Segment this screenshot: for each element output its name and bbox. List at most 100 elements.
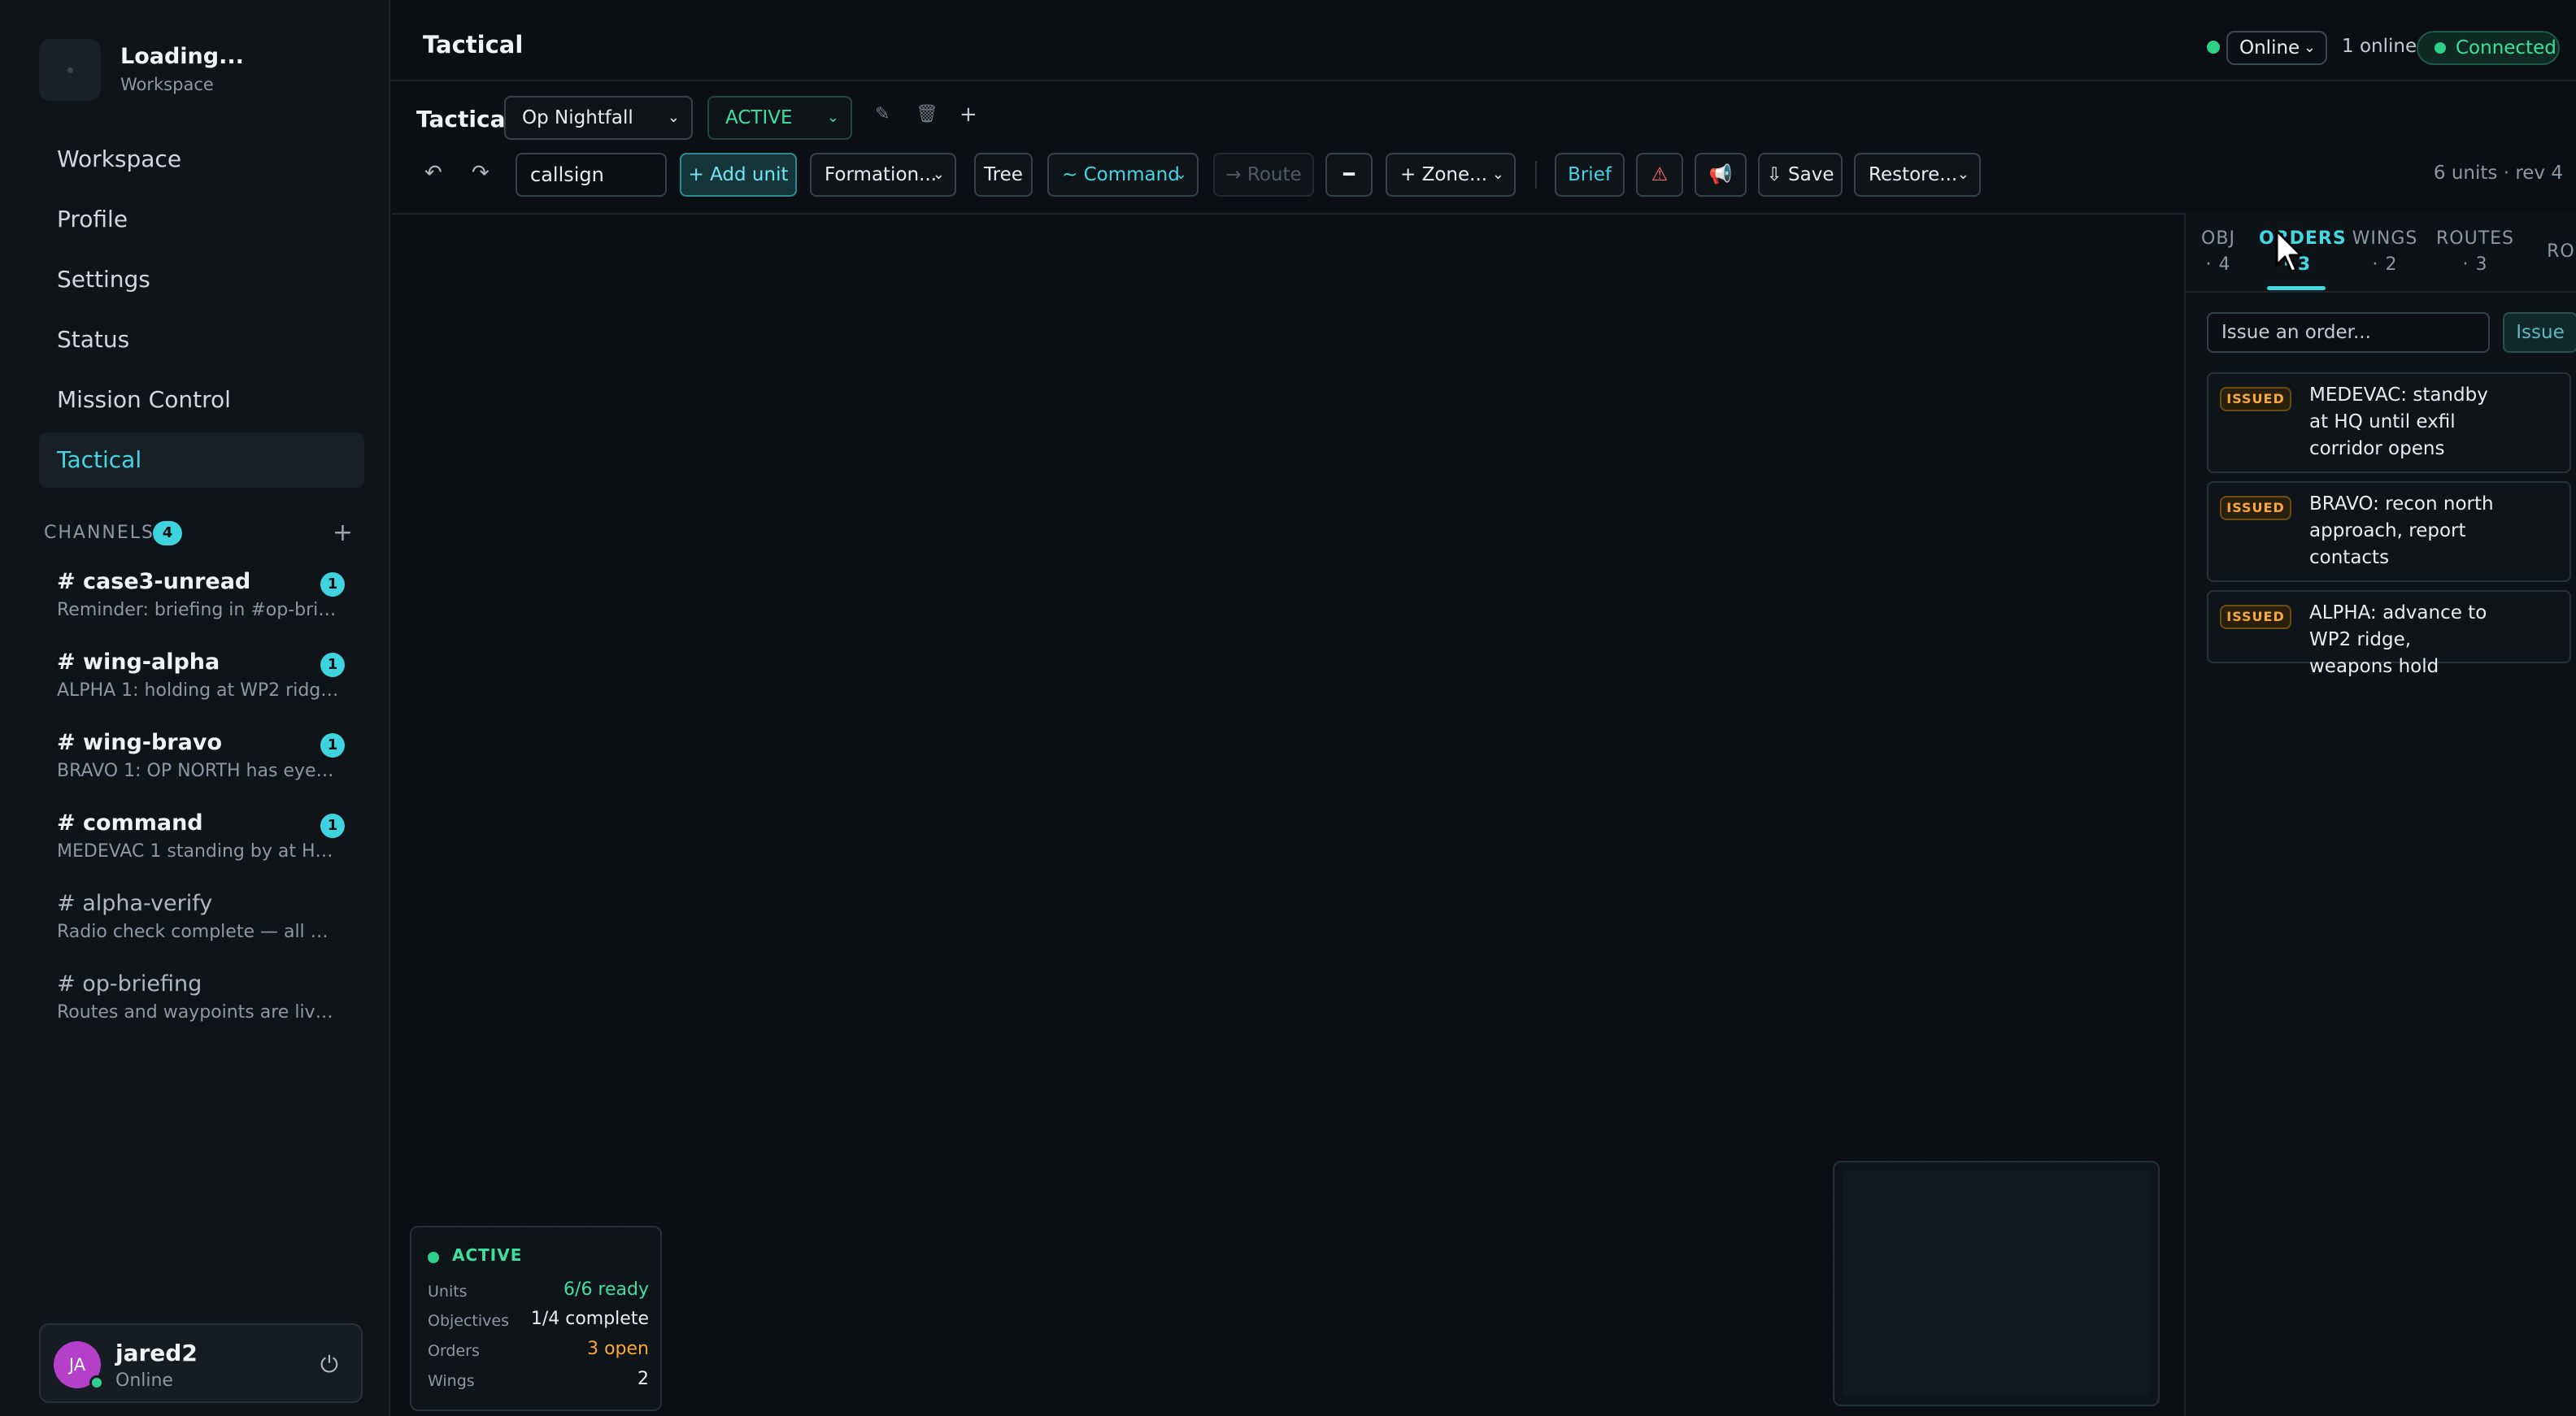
channel-item-wing-alpha[interactable]: # wing-alpha ALPHA 1: holding at WP2 rid…	[39, 641, 351, 722]
status-value: 6/6 ready	[564, 1279, 649, 1300]
minimap[interactable]	[1833, 1161, 2160, 1406]
add-unit-button[interactable]: + Add unit	[680, 153, 797, 197]
chevron-down-icon: ⌄	[1174, 166, 1187, 183]
user-name: jared2	[115, 1340, 198, 1366]
channel-item-wing-bravo[interactable]: # wing-bravo BRAVO 1: OP NORTH has eyes …	[39, 722, 351, 802]
tab-routes[interactable]: ROUTES · 3	[2433, 226, 2517, 278]
chevron-down-icon: ⌄	[667, 109, 680, 126]
connection-label: Connected	[2456, 37, 2556, 59]
operation-value: Op Nightfall	[522, 107, 633, 128]
channel-preview: ALPHA 1: holding at WP2 ridge, a...	[57, 680, 342, 701]
presence-select[interactable]: Online ⌄	[2226, 31, 2327, 65]
tab-wings[interactable]: WINGS · 2	[2348, 226, 2422, 278]
page-title: Tactical	[423, 31, 524, 59]
order-item[interactable]: ISSUED BRAVO: recon north approach, repo…	[2207, 481, 2571, 582]
workspace-title: Loading...	[120, 44, 244, 69]
top-bar: Tactical Online ⌄ 1 online Connected	[390, 0, 2576, 81]
status-card-title: ACTIVE	[452, 1245, 523, 1265]
nav-item-settings[interactable]: Settings	[39, 252, 364, 307]
line-tool-button[interactable]: ━	[1325, 153, 1373, 197]
chevron-down-icon: ⌄	[2303, 39, 2316, 56]
redo-icon[interactable]: ↷	[472, 161, 490, 185]
status-row-objectives: Objectives 1/4 complete	[428, 1309, 649, 1333]
delete-icon[interactable]: 🗑	[916, 104, 938, 124]
nav-item-tactical[interactable]: Tactical	[39, 432, 364, 488]
add-operation-button[interactable]: +	[959, 102, 977, 127]
minimap-viewport	[1843, 1171, 2150, 1396]
operation-status-card: ACTIVE Units 6/6 ready Objectives 1/4 co…	[410, 1226, 662, 1411]
broadcast-icon[interactable]: 📢	[1695, 153, 1747, 197]
sidebar: Loading... Workspace Workspace Profile S…	[0, 0, 390, 1416]
workspace-header[interactable]: Loading... Workspace	[39, 39, 364, 102]
zone-select[interactable]: + Zone... ⌄	[1386, 153, 1516, 197]
order-status-badge: ISSUED	[2220, 605, 2291, 629]
channel-preview: MEDEVAC 1 standing by at HQ. Exf...	[57, 841, 342, 862]
nav-item-workspace[interactable]: Workspace	[39, 132, 364, 187]
command-value: ~ Command	[1062, 164, 1180, 185]
callsign-input[interactable]	[516, 153, 667, 197]
order-item[interactable]: ISSUED MEDEVAC: standby at HQ until exfi…	[2207, 372, 2571, 473]
tactical-toolbar: ↶ ↷ + Add unit Formation... ⌄ Tree ~ Com…	[416, 153, 2563, 198]
tab-label: WINGS	[2352, 228, 2418, 249]
channel-preview: BRAVO 1: OP NORTH has eyes on t...	[57, 761, 342, 781]
channels-header: CHANNELS 4 +	[44, 517, 353, 549]
nav-item-status[interactable]: Status	[39, 312, 364, 367]
online-status-dot	[89, 1375, 104, 1390]
undo-icon[interactable]: ↶	[424, 161, 442, 185]
status-row-wings: Wings 2	[428, 1369, 649, 1393]
presence-dot	[2207, 41, 2220, 54]
order-input[interactable]	[2207, 312, 2490, 353]
unread-badge: 1	[320, 572, 345, 597]
channel-name: # alpha-verify	[57, 891, 213, 916]
status-key: Units	[428, 1283, 468, 1301]
presence-value: Online	[2239, 37, 2300, 59]
nav-item-profile[interactable]: Profile	[39, 192, 364, 247]
user-card[interactable]: JA jared2 Online ⏻	[39, 1323, 363, 1403]
status-dot	[428, 1252, 439, 1263]
add-channel-button[interactable]: +	[333, 517, 353, 549]
channel-item-alpha-verify[interactable]: # alpha-verify Radio check complete — al…	[39, 883, 351, 963]
edit-icon[interactable]: ✎	[875, 104, 890, 124]
status-value: 1/4 complete	[530, 1309, 649, 1329]
tactical-map-canvas[interactable]: ACTIVE Units 6/6 ready Objectives 1/4 co…	[392, 213, 2184, 1416]
chevron-down-icon: ⌄	[826, 109, 839, 126]
operation-status-select[interactable]: ACTIVE ⌄	[707, 96, 852, 140]
channel-item-op-briefing[interactable]: # op-briefing Routes and waypoints are l…	[39, 963, 351, 1044]
channel-preview: Reminder: briefing in #op-briefing ...	[57, 600, 342, 620]
operation-select[interactable]: Op Nightfall ⌄	[504, 96, 693, 140]
unread-badge: 1	[320, 653, 345, 677]
order-text: ALPHA: advance to WP2 ridge, weapons hol…	[2309, 602, 2487, 677]
units-revision-meta: 6 units · rev 4	[2433, 163, 2563, 184]
channel-item-command[interactable]: # command MEDEVAC 1 standing by at HQ. E…	[39, 802, 351, 883]
tab-roles[interactable]: ROL	[2542, 239, 2576, 265]
chevron-down-icon: ⌄	[1956, 166, 1969, 183]
tree-button[interactable]: Tree	[974, 153, 1033, 197]
channel-preview: Radio check complete — all wings ...	[57, 922, 342, 942]
status-row-orders: Orders 3 open	[428, 1339, 649, 1363]
channel-preview: Routes and waypoints are live on t...	[57, 1002, 342, 1023]
tab-count: · 4	[2205, 254, 2231, 275]
channel-item-case3-unread[interactable]: # case3-unread Reminder: briefing in #op…	[39, 561, 351, 641]
power-icon[interactable]: ⏻	[320, 1351, 338, 1379]
restore-select[interactable]: Restore... ⌄	[1854, 153, 1981, 197]
status-key: Wings	[428, 1372, 475, 1390]
order-item[interactable]: ISSUED ALPHA: advance to WP2 ridge, weap…	[2207, 590, 2571, 677]
order-text: MEDEVAC: standby at HQ until exfil corri…	[2309, 384, 2488, 459]
route-button[interactable]: → Route	[1213, 153, 1314, 197]
channels-label: CHANNELS	[44, 523, 154, 543]
user-status: Online	[115, 1370, 173, 1391]
command-select[interactable]: ~ Command ⌄	[1047, 153, 1199, 197]
presence-area: Online ⌄ 1 online Connected	[2207, 31, 2560, 65]
operation-status-value: ACTIVE	[725, 107, 793, 128]
issue-order-button[interactable]: Issue	[2503, 312, 2576, 353]
brief-button[interactable]: Brief	[1555, 153, 1625, 197]
save-button[interactable]: ⇩ Save	[1758, 153, 1843, 197]
mouse-cursor-icon	[2275, 229, 2303, 273]
unread-badge: 1	[320, 814, 345, 838]
order-status-badge: ISSUED	[2220, 387, 2291, 411]
nav-item-mission-control[interactable]: Mission Control	[39, 372, 364, 428]
connection-status-badge: Connected	[2417, 31, 2560, 65]
alert-icon[interactable]: ⚠	[1636, 153, 1683, 197]
tab-objectives[interactable]: OBJ · 4	[2194, 226, 2243, 278]
formation-select[interactable]: Formation... ⌄	[810, 153, 956, 197]
